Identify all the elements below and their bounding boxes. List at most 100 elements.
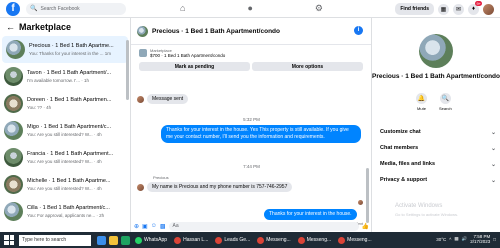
conversation-preview: You: ?? · 4h — [27, 105, 52, 110]
groups-icon[interactable]: ● — [247, 3, 252, 14]
taskbar-app-label: Leads Ge... — [224, 237, 251, 243]
messenger-icon[interactable]: ✉ — [453, 3, 464, 15]
find-friends-button[interactable]: Find friends — [395, 3, 434, 15]
mute-label: Mute — [417, 106, 426, 111]
search-placeholder: Search Facebook — [40, 5, 80, 12]
conversation-item[interactable]: Migo · 1 Bed 1 Bath Apartment/c... You: A… — [0, 117, 130, 144]
timestamp: 5:32 PM — [243, 117, 260, 122]
tray-chevron-icon[interactable]: ^ — [449, 237, 451, 242]
conversation-preview: You: Are you still interested? W... · 4h — [27, 186, 102, 191]
taskbar-app-chrome-3[interactable]: Messeng... — [255, 234, 292, 246]
conversation-title: Doreen · 1 Bed 1 Bath Apartmen... — [27, 97, 112, 103]
taskbar-app-chrome-4[interactable]: Messeng... — [296, 234, 333, 246]
search-icon: 🔍 — [30, 6, 38, 12]
taskbar-search-input[interactable]: Type here to search — [19, 234, 91, 246]
windows-taskbar: Type here to search WhatsApp Hassan L...… — [0, 232, 500, 248]
conversation-preview: I'm available tomorrow. I'... · 1h — [27, 78, 89, 83]
taskbar-app-label: Messeng... — [347, 237, 372, 243]
plus-icon[interactable]: ⊕ — [134, 223, 139, 230]
back-arrow-icon[interactable]: ← — [6, 22, 15, 32]
marketplace-listing-card: Marketplace $700 · 1 Bed 1 Bath Apartmen… — [139, 48, 363, 71]
notifications-icon[interactable]: □ — [493, 237, 496, 242]
conversation-text: Tavon · 1 Bed 1 Bath Apartment/... I'm av… — [27, 70, 126, 83]
chrome-icon — [215, 236, 223, 244]
sticker-icon[interactable]: ☺ — [151, 223, 157, 229]
search-label: Search — [439, 106, 452, 111]
taskbar-app-chrome-2[interactable]: Leads Ge... — [213, 234, 252, 246]
taskbar-app-label: Messeng... — [266, 237, 291, 243]
taskbar-app-whatsapp[interactable]: WhatsApp — [133, 234, 169, 246]
conversation-preview: You: Are you still interested? W... · 4h — [27, 132, 102, 137]
outgoing-message: Thanks for your interest in the house. Y… — [161, 125, 361, 143]
like-icon[interactable]: 👍 — [362, 223, 369, 230]
weather-temperature[interactable]: 30°C — [436, 237, 446, 242]
seen-indicator-avatar — [358, 200, 363, 205]
chrome-icon — [257, 236, 265, 244]
chat-members-item[interactable]: Chat members ⌄ — [380, 140, 496, 156]
chrome-icon — [174, 236, 182, 244]
mark-as-pending-button[interactable]: Mark as pending — [139, 62, 250, 71]
conversation-item[interactable]: Michelle · 1 Bed 1 Bath Apartme... You: A… — [0, 171, 130, 198]
task-view-icon[interactable] — [97, 235, 106, 245]
incoming-message: My name is Precious and my phone number … — [147, 182, 293, 192]
image-icon[interactable]: ▣ — [142, 223, 148, 230]
search-icon: 🔍 — [439, 93, 451, 104]
conversation-item[interactable]: Precious · 1 Bed 1 Bath Apartme... You: T… — [2, 36, 128, 63]
marketplace-header: ← Marketplace — [0, 18, 130, 36]
media-files-links-item[interactable]: Media, files and links ⌄ — [380, 156, 496, 172]
conversation-thumbnail — [4, 94, 23, 113]
chat-scrollbar[interactable] — [366, 168, 369, 223]
conversation-item[interactable]: Tavon · 1 Bed 1 Bath Apartment/... I'm av… — [0, 63, 130, 90]
timestamp: 7:44 PM — [243, 164, 260, 169]
file-explorer-icon[interactable] — [109, 235, 118, 245]
conversation-scrollbar[interactable] — [126, 40, 129, 100]
conversation-thumbnail — [6, 40, 25, 59]
profile-avatar[interactable] — [483, 3, 494, 15]
menu-label: Customize chat — [380, 129, 421, 135]
conversation-preview: You: For approval, applicants ne... · 2h — [27, 213, 105, 218]
gaming-icon[interactable]: ⚙ — [315, 3, 323, 14]
taskbar-app-chrome-1[interactable]: Hassan L... — [172, 234, 210, 246]
conversation-title: Tavon · 1 Bed 1 Bath Apartment/... — [27, 70, 112, 76]
notifications-bell-icon[interactable]: ♦ 9+ — [468, 0, 482, 15]
menu-grid-icon[interactable]: ▦ — [438, 3, 449, 15]
info-icon[interactable]: i — [354, 26, 363, 35]
conversation-thumbnail — [4, 175, 23, 194]
menu-label: Chat members — [380, 145, 419, 151]
search-action[interactable]: 🔍 Search — [439, 93, 452, 111]
home-icon[interactable]: ⌂ — [180, 3, 185, 14]
conversation-item[interactable]: Doreen · 1 Bed 1 Bath Apartmen... You: ??… — [0, 90, 130, 117]
conversation-item[interactable]: Francia · 1 Bed 1 Bath Apartment... You: … — [0, 144, 130, 171]
conversation-details-panel: Precious · 1 Bed 1 Bath Apartment/condo … — [372, 18, 500, 232]
listing-photo[interactable] — [419, 34, 453, 68]
customize-chat-item[interactable]: Customize chat ⌄ — [380, 124, 496, 140]
activate-windows-subtext: Go to Settings to activate Windows. — [395, 212, 459, 217]
taskbar-apps: WhatsApp Hassan L... Leads Ge... Messeng… — [97, 234, 374, 246]
facebook-logo[interactable]: f — [6, 1, 20, 16]
taskbar-app-chrome-5[interactable]: Messeng... — [336, 234, 373, 246]
listing-thumbnail[interactable] — [139, 49, 147, 57]
conversation-text: Precious · 1 Bed 1 Bath Apartme... You: T… — [29, 43, 124, 56]
taskbar-app-label: Messeng... — [306, 237, 332, 243]
menu-label: Privacy & support — [380, 177, 428, 183]
clock-date: 2/17/2023 — [470, 239, 491, 244]
volume-icon[interactable]: 🔊 — [462, 236, 468, 242]
gif-icon[interactable]: ▩ — [160, 223, 166, 230]
clock[interactable]: 7:58 PM 2/17/2023 — [470, 234, 490, 244]
conversation-item[interactable]: Cilla · 1 Bed 1 Bath Apartment/c... You: … — [0, 198, 130, 225]
network-icon[interactable]: ▩ — [454, 236, 458, 242]
more-options-button[interactable]: More options — [252, 62, 363, 71]
windows-start-icon[interactable] — [4, 235, 14, 245]
message-input[interactable]: Aa — [168, 221, 359, 231]
excel-icon[interactable] — [121, 235, 130, 245]
chat-header-name[interactable]: Precious · 1 Bed 1 Bath Apartment/condo — [152, 28, 280, 35]
main-nav-icons: ⌂ ● ⚙ — [180, 3, 323, 14]
privacy-support-item[interactable]: Privacy & support ⌄ — [380, 172, 496, 188]
chat-header: Precious · 1 Bed 1 Bath Apartment/condo … — [131, 18, 371, 45]
search-input[interactable]: 🔍 Search Facebook — [26, 2, 126, 15]
mute-action[interactable]: 🔔 Mute — [416, 93, 427, 111]
top-right-actions: Find friends ▦ ✉ ♦ 9+ — [395, 0, 494, 15]
conversation-thumbnail — [4, 148, 23, 167]
details-title: Precious · 1 Bed 1 Bath Apartment/condo — [372, 73, 500, 80]
chrome-icon — [297, 236, 305, 244]
